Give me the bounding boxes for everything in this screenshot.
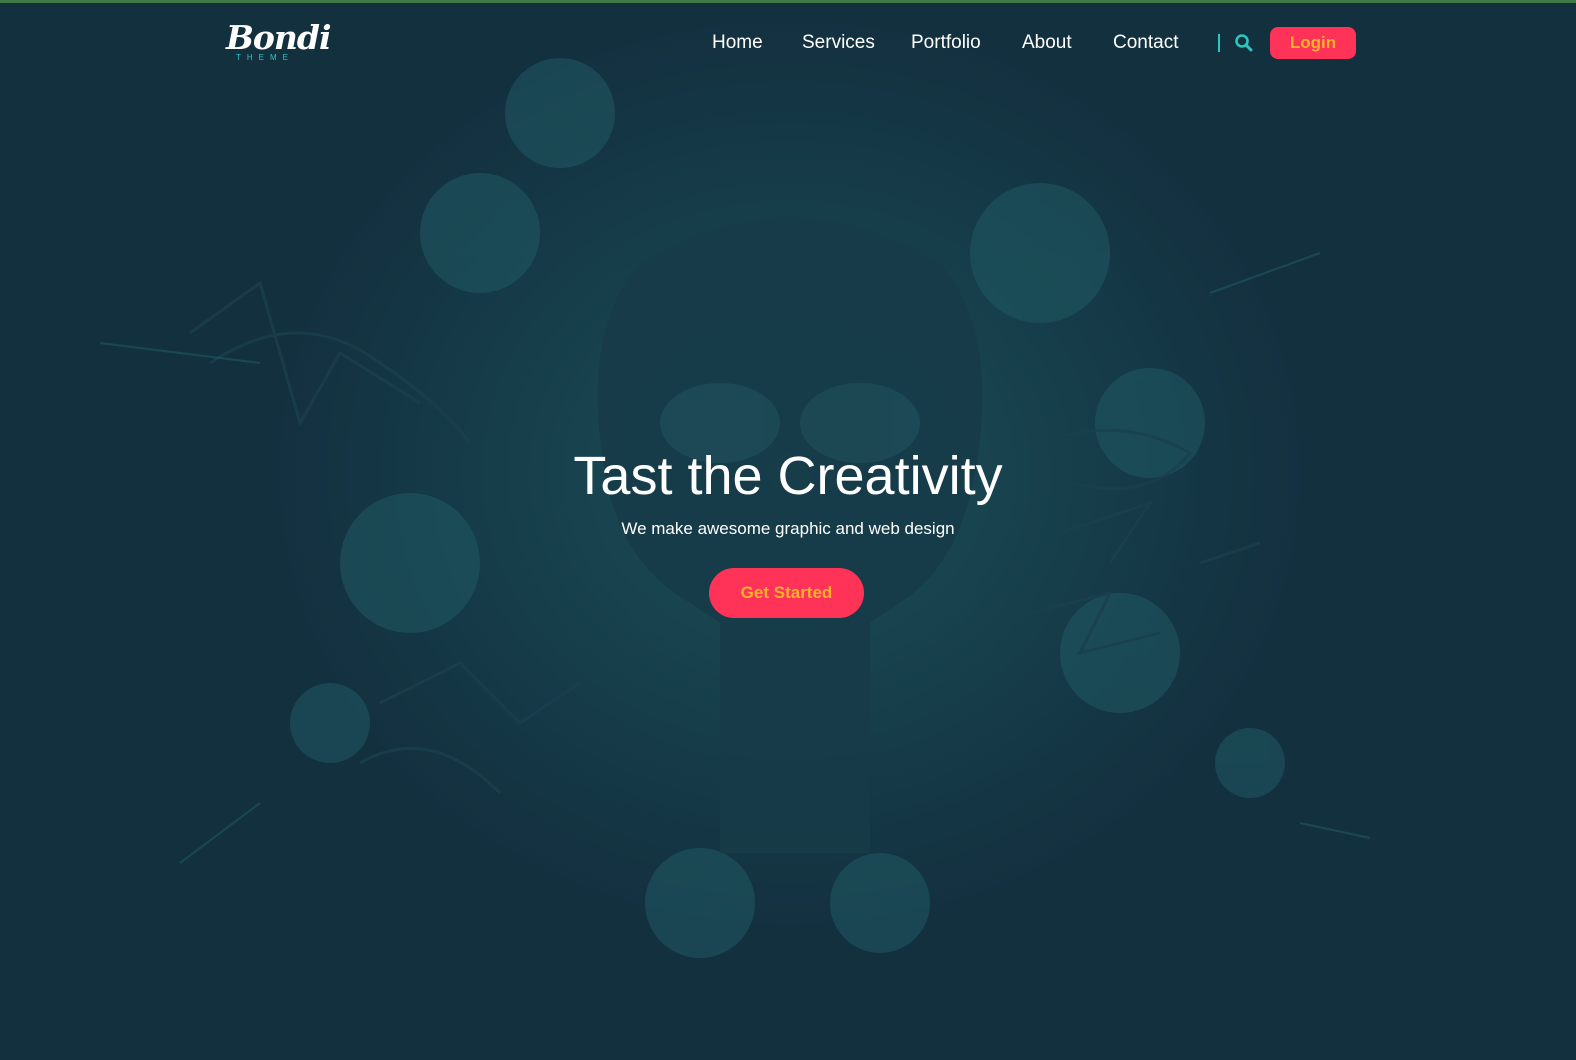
nav-item-contact[interactable]: Contact (1113, 31, 1178, 55)
brand-logo[interactable]: Bondi THEME (226, 20, 332, 64)
nav-item-services[interactable]: Services (802, 31, 875, 55)
brand-logo-name: Bondi (226, 18, 332, 57)
nav-item-home[interactable]: Home (712, 31, 763, 55)
hero-title: Tast the Creativity (573, 446, 1003, 506)
get-started-button[interactable]: Get Started (709, 568, 864, 618)
nav-divider (1218, 34, 1220, 52)
hero-subtitle: We make awesome graphic and web design (621, 519, 955, 538)
login-button[interactable]: Login (1270, 27, 1356, 59)
nav-item-portfolio[interactable]: Portfolio (911, 31, 981, 55)
nav-item-about[interactable]: About (1022, 31, 1072, 55)
search-icon[interactable] (1234, 33, 1254, 53)
brand-logo-tagline: THEME (236, 53, 294, 62)
